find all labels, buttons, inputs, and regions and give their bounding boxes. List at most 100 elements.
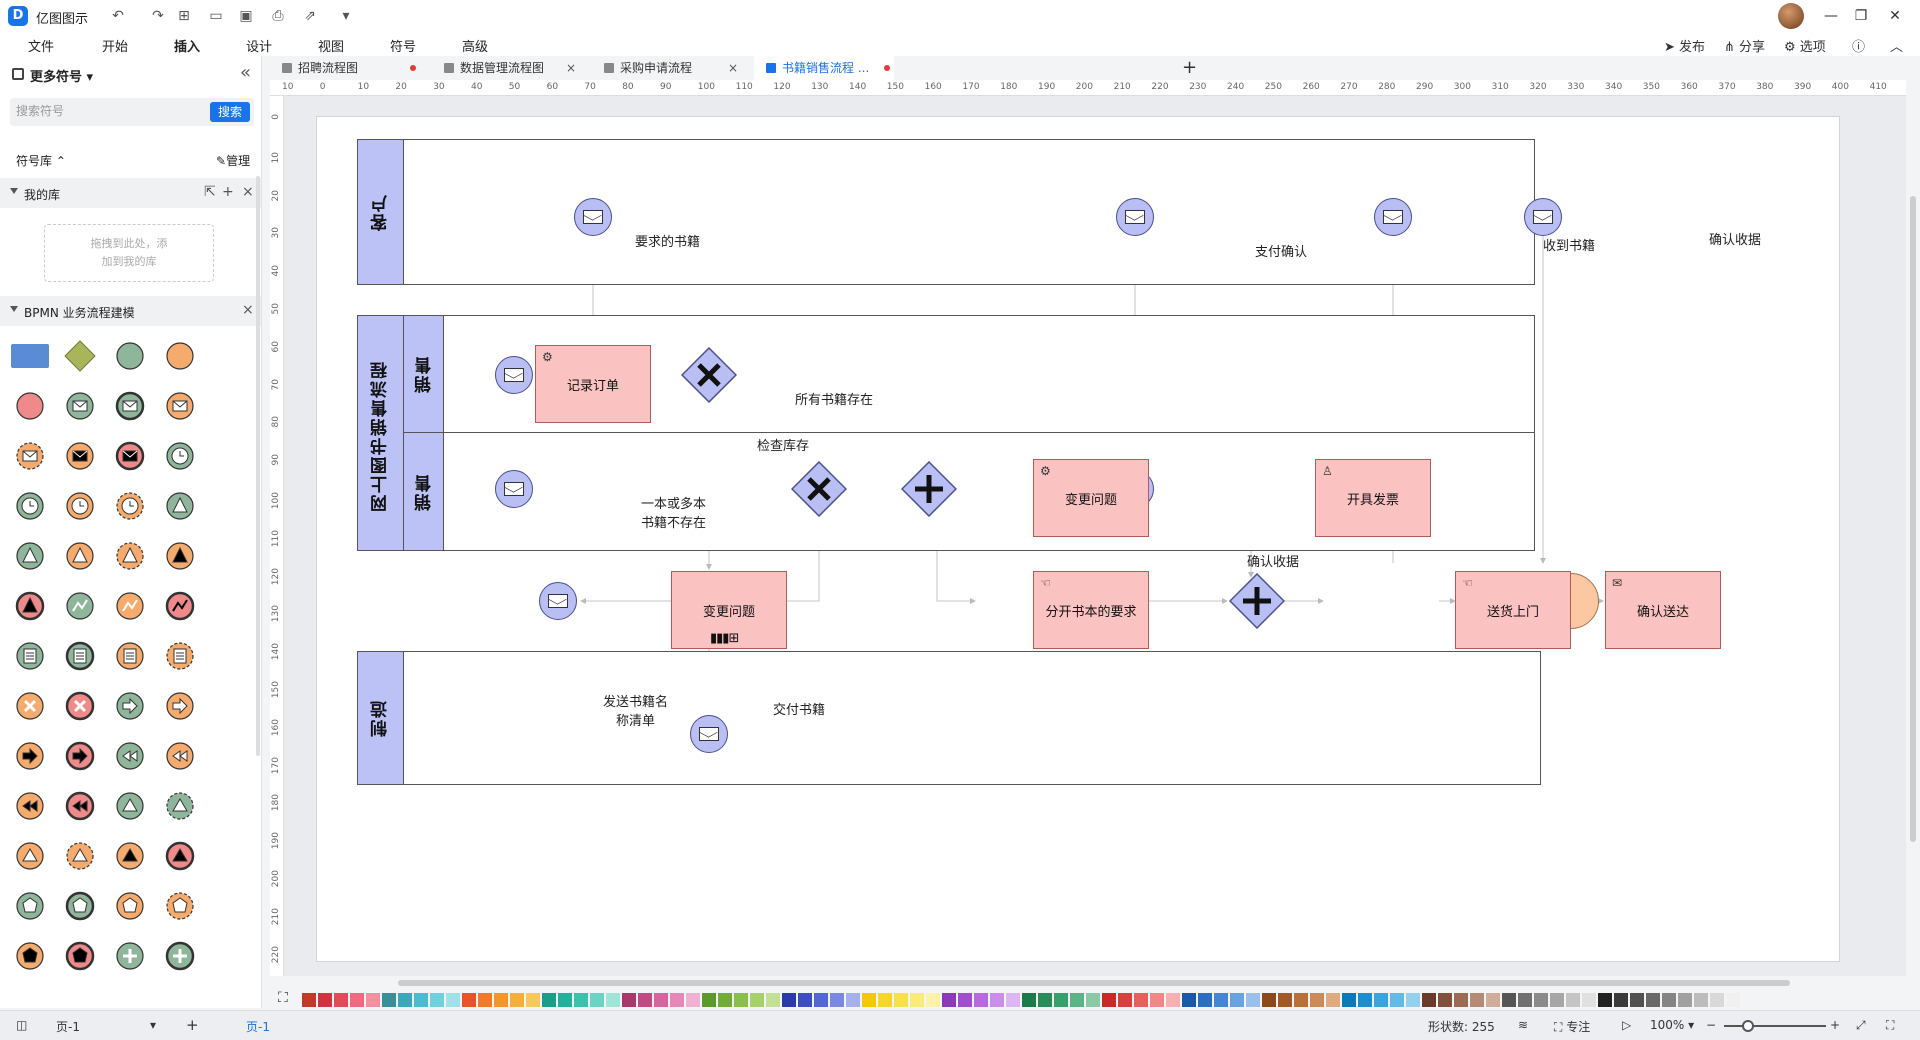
bpmn-symbol-tri[interactable] bbox=[10, 536, 50, 576]
color-swatch[interactable] bbox=[1326, 993, 1340, 1007]
task-confirm-delivery[interactable]: ✉ 确认送达 bbox=[1605, 571, 1721, 649]
color-swatch[interactable] bbox=[878, 993, 892, 1007]
color-swatch[interactable] bbox=[414, 993, 428, 1007]
zoom-in-icon[interactable]: + bbox=[1830, 1018, 1840, 1032]
color-swatch[interactable] bbox=[910, 993, 924, 1007]
color-swatch[interactable] bbox=[430, 993, 444, 1007]
color-swatch[interactable] bbox=[1406, 993, 1420, 1007]
bpmn-symbol-updash[interactable] bbox=[60, 836, 100, 876]
color-swatch[interactable] bbox=[766, 993, 780, 1007]
bpmn-symbol-updash[interactable] bbox=[160, 786, 200, 826]
bpmn-symbol-pentdash[interactable] bbox=[160, 886, 200, 926]
bpmn-symbol-clockdash[interactable] bbox=[110, 486, 150, 526]
add-tab-icon[interactable]: + bbox=[1182, 56, 1197, 80]
layers-icon[interactable]: ≋ bbox=[1518, 1018, 1528, 1032]
color-swatch[interactable] bbox=[1710, 993, 1724, 1007]
color-swatch[interactable] bbox=[1438, 993, 1452, 1007]
color-swatch[interactable] bbox=[318, 993, 332, 1007]
bpmn-symbol-pentblackthick[interactable] bbox=[60, 936, 100, 976]
play-icon[interactable]: ▷ bbox=[1622, 1018, 1631, 1032]
bpmn-symbol-env[interactable] bbox=[160, 386, 200, 426]
color-swatch[interactable] bbox=[366, 993, 380, 1007]
color-swatch[interactable] bbox=[1166, 993, 1180, 1007]
color-swatch[interactable] bbox=[1646, 993, 1660, 1007]
bpmn-symbol-tri[interactable] bbox=[60, 536, 100, 576]
color-swatch[interactable] bbox=[1502, 993, 1516, 1007]
color-swatch[interactable] bbox=[478, 993, 492, 1007]
options-button[interactable]: ⚙ 选项 bbox=[1784, 36, 1826, 55]
menu-advanced[interactable]: 高级 bbox=[462, 36, 488, 55]
color-swatch[interactable] bbox=[542, 993, 556, 1007]
bpmn-symbol-zig[interactable] bbox=[60, 586, 100, 626]
color-swatch[interactable] bbox=[1118, 993, 1132, 1007]
color-swatch[interactable] bbox=[1246, 993, 1260, 1007]
bpmn-symbol-circle[interactable] bbox=[160, 336, 200, 376]
bpmn-symbol-envblack[interactable] bbox=[60, 436, 100, 476]
message-start-event-sales-2[interactable] bbox=[495, 470, 533, 508]
tab-data-management-flow[interactable]: 数据管理流程图 × bbox=[432, 56, 582, 80]
color-swatch[interactable] bbox=[846, 993, 860, 1007]
color-swatch[interactable] bbox=[1022, 993, 1036, 1007]
add-icon[interactable]: + bbox=[222, 184, 234, 200]
color-swatch[interactable] bbox=[750, 993, 764, 1007]
color-swatch[interactable] bbox=[1726, 993, 1740, 1007]
bpmn-symbol-arrow[interactable] bbox=[160, 686, 200, 726]
color-swatch[interactable] bbox=[1150, 993, 1164, 1007]
color-swatch[interactable] bbox=[1662, 993, 1676, 1007]
color-swatch[interactable] bbox=[1070, 993, 1084, 1007]
focus-mode-button[interactable]: ⛶ 专注 bbox=[1554, 1018, 1590, 1035]
color-swatch[interactable] bbox=[590, 993, 604, 1007]
color-swatch[interactable] bbox=[510, 993, 524, 1007]
color-swatch[interactable] bbox=[1278, 993, 1292, 1007]
color-swatch[interactable] bbox=[334, 993, 348, 1007]
zoom-out-icon[interactable]: − bbox=[1706, 1018, 1716, 1032]
pool-customer[interactable]: 客户 bbox=[357, 139, 1535, 285]
print-icon[interactable]: ⎙ bbox=[268, 6, 288, 26]
color-swatch[interactable] bbox=[398, 993, 412, 1007]
bpmn-symbol-up[interactable] bbox=[110, 786, 150, 826]
color-swatch[interactable] bbox=[1422, 993, 1436, 1007]
menu-start[interactable]: 开始 bbox=[102, 36, 128, 55]
color-swatch[interactable] bbox=[1182, 993, 1196, 1007]
parallel-gateway-icon[interactable] bbox=[901, 461, 957, 517]
exclusive-gateway-icon[interactable] bbox=[791, 461, 847, 517]
bpmn-symbol-pent[interactable] bbox=[110, 886, 150, 926]
color-swatch[interactable] bbox=[1310, 993, 1324, 1007]
exclusive-gateway-icon[interactable] bbox=[681, 347, 737, 403]
color-swatch[interactable] bbox=[1470, 993, 1484, 1007]
color-swatch[interactable] bbox=[574, 993, 588, 1007]
message-event-deliver-books[interactable] bbox=[690, 715, 728, 753]
color-swatch[interactable] bbox=[1614, 993, 1628, 1007]
bpmn-symbol-circle[interactable] bbox=[110, 336, 150, 376]
restore-icon[interactable]: ❐ bbox=[1848, 4, 1874, 28]
bpmn-symbol-rew[interactable] bbox=[160, 736, 200, 776]
parallel-gateway-icon[interactable] bbox=[1229, 573, 1285, 629]
color-swatch[interactable] bbox=[1134, 993, 1148, 1007]
message-event-send-list[interactable] bbox=[539, 582, 577, 620]
color-swatch[interactable] bbox=[1374, 993, 1388, 1007]
message-event-confirm-receipt[interactable] bbox=[1524, 198, 1562, 236]
bpmn-symbol-arrowblack[interactable] bbox=[10, 736, 50, 776]
color-swatch[interactable] bbox=[958, 993, 972, 1007]
color-swatch[interactable] bbox=[830, 993, 844, 1007]
bpmn-symbol-up[interactable] bbox=[10, 836, 50, 876]
bpmn-symbol-triblackthick[interactable] bbox=[10, 586, 50, 626]
bpmn-symbol-envdash[interactable] bbox=[10, 436, 50, 476]
color-swatch[interactable] bbox=[1214, 993, 1228, 1007]
zoom-slider[interactable] bbox=[1724, 1025, 1826, 1027]
color-swatch[interactable] bbox=[1598, 993, 1612, 1007]
bpmn-symbol-clock[interactable] bbox=[60, 486, 100, 526]
bpmn-symbol-env[interactable] bbox=[60, 386, 100, 426]
close-window-icon[interactable]: ✕ bbox=[1882, 4, 1908, 28]
bpmn-symbol-tridash[interactable] bbox=[110, 536, 150, 576]
color-swatch[interactable] bbox=[782, 993, 796, 1007]
zoom-level[interactable]: 100% ▾ bbox=[1650, 1018, 1694, 1032]
color-swatch[interactable] bbox=[1198, 993, 1212, 1007]
color-swatch[interactable] bbox=[558, 993, 572, 1007]
color-swatch[interactable] bbox=[1518, 993, 1532, 1007]
undo-icon[interactable]: ↶ bbox=[108, 6, 128, 26]
my-library-drop-zone[interactable]: 拖拽到此处，添 加到我的库 bbox=[44, 224, 214, 282]
color-swatch[interactable] bbox=[1086, 993, 1100, 1007]
bpmn-symbol-docthick[interactable] bbox=[60, 636, 100, 676]
drawing-canvas[interactable]: 客户 网上图书销售流程 销售 销售 制造 ⚙ 记录订单 ⚙ 变更问题 ♙ 开具发… bbox=[284, 96, 1906, 976]
